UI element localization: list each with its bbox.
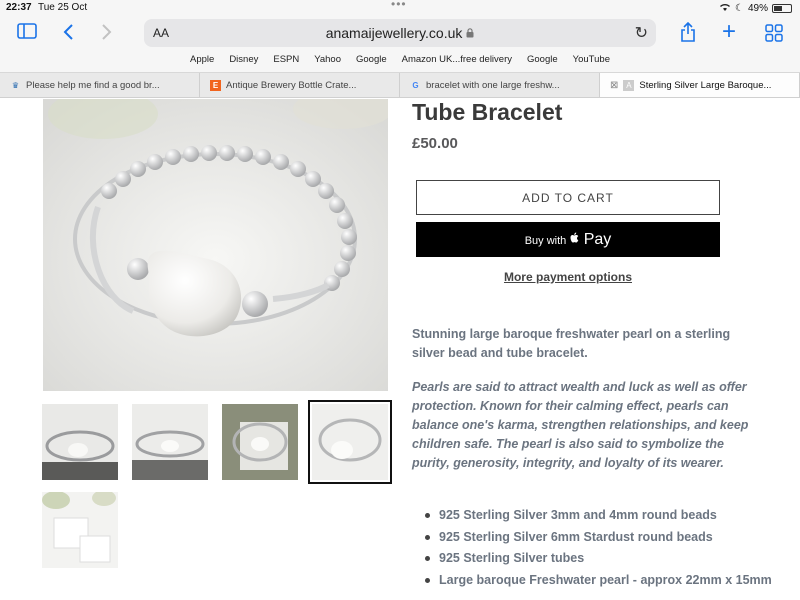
site-icon: A (623, 79, 635, 91)
product-description-pearls: Pearls are said to attract wealth and lu… (412, 380, 749, 470)
google-icon: G (412, 80, 419, 90)
status-date: Tue 25 Oct (38, 2, 88, 13)
tab-title: Sterling Silver Large Baroque... (639, 79, 772, 91)
lock-icon (466, 25, 474, 41)
tab-reddit[interactable]: ♛ Please help me find a good br... (0, 73, 200, 97)
favorite-link[interactable]: Google (356, 52, 387, 72)
list-item: 925 Sterling Silver tubes (412, 548, 772, 570)
apple-pay-label: Pay (583, 230, 612, 248)
apple-logo-icon (570, 232, 584, 247)
thumbnail-4-selected[interactable] (308, 400, 392, 484)
tab-google[interactable]: G bracelet with one large freshw... (400, 73, 600, 97)
list-item: 925 Sterling Silver 6mm Stardust round b… (412, 527, 772, 549)
favorites-bar: Apple Disney ESPN Yahoo Google Amazon UK… (0, 52, 800, 72)
buy-with-label: Buy with (524, 234, 567, 247)
favorite-link[interactable]: ESPN (273, 52, 299, 72)
sidebar-icon[interactable] (17, 23, 37, 43)
close-tab-icon[interactable]: ⊠ (610, 80, 618, 91)
status-time: 22:37 (6, 2, 32, 13)
thumbnail-5[interactable] (42, 492, 118, 568)
new-tab-icon[interactable]: + (722, 20, 736, 44)
favorite-link[interactable]: Apple (190, 52, 214, 72)
favorite-link[interactable]: Yahoo (314, 52, 341, 72)
reload-icon[interactable]: ↻ (635, 23, 648, 43)
etsy-icon: E (210, 79, 221, 91)
favorite-link[interactable]: Google (527, 52, 558, 72)
battery-percent: 49% (747, 2, 768, 14)
thumbnail-2[interactable] (132, 404, 208, 480)
address-bar[interactable]: AA anamaijewellery.co.uk ↻ (144, 19, 656, 47)
status-bar: 22:37 Tue 25 Oct ••• ☾ 49% (0, 0, 800, 16)
tab-bar: ♛ Please help me find a good br... E Ant… (0, 72, 800, 98)
crown-icon: ♛ (11, 80, 20, 90)
tab-title: Please help me find a good br... (26, 79, 160, 91)
tab-overview-icon[interactable] (765, 24, 783, 46)
url-text: anamaijewellery.co.uk (325, 25, 463, 41)
forward-icon[interactable] (101, 23, 113, 45)
favorite-link[interactable]: Disney (229, 52, 258, 72)
multitasking-dots-icon[interactable]: ••• (391, 0, 407, 11)
product-main-image[interactable] (43, 99, 388, 391)
tab-etsy[interactable]: E Antique Brewery Bottle Crate... (200, 73, 400, 97)
thumbnail-1[interactable] (42, 404, 118, 480)
product-description-intro: Stunning large baroque freshwater pearl … (412, 327, 731, 360)
product-features-list: 925 Sterling Silver 3mm and 4mm round be… (412, 505, 772, 591)
more-payment-options-link[interactable]: More payment options (416, 270, 720, 284)
add-to-cart-button[interactable]: ADD TO CART (416, 180, 720, 215)
product-title: Tube Bracelet (412, 99, 563, 125)
browser-toolbar: AA anamaijewellery.co.uk ↻ + (0, 16, 800, 52)
favorite-link[interactable]: YouTube (573, 52, 610, 72)
list-item: Large baroque Freshwater pearl - approx … (412, 570, 772, 592)
tab-active[interactable]: ⊠ A Sterling Silver Large Baroque... (600, 73, 800, 97)
back-icon[interactable] (62, 23, 74, 45)
battery-icon (772, 3, 792, 13)
apple-pay-button[interactable]: Buy with Pay (416, 222, 720, 257)
product-price: £50.00 (412, 135, 458, 152)
wifi-icon (719, 2, 731, 14)
thumbnail-3[interactable] (222, 404, 298, 480)
favorite-link[interactable]: Amazon UK...free delivery (402, 52, 512, 72)
list-item: 925 Sterling Silver 3mm and 4mm round be… (412, 505, 772, 527)
moon-icon: ☾ (735, 2, 744, 14)
share-icon[interactable] (680, 21, 696, 46)
tab-title: Antique Brewery Bottle Crate... (226, 79, 357, 91)
tab-title: bracelet with one large freshw... (426, 79, 560, 91)
